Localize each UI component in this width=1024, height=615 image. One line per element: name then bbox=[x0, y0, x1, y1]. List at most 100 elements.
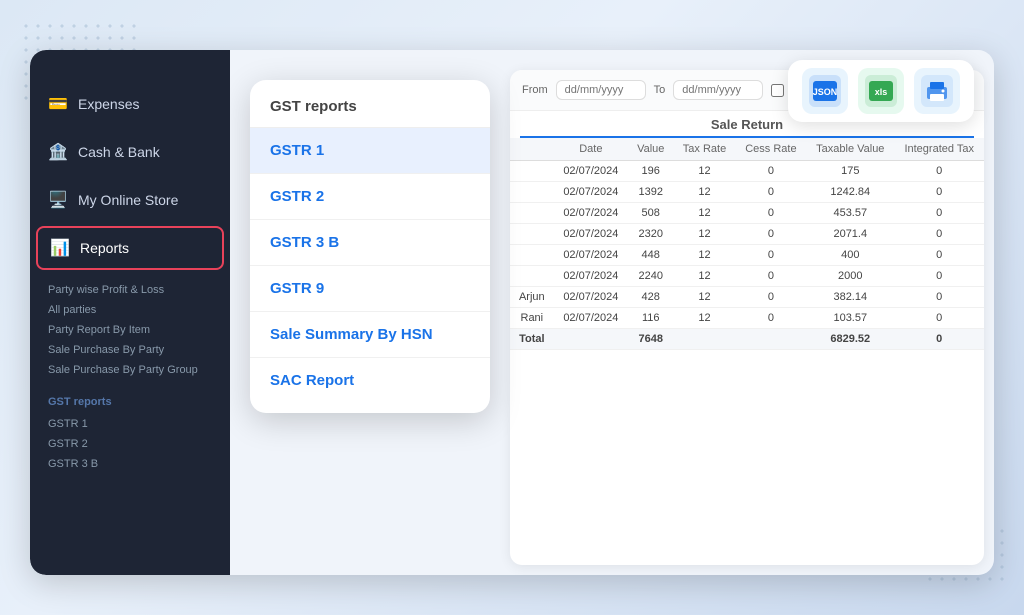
cell-tax-rate: 12 bbox=[673, 287, 735, 308]
sale-return-table: Date Value Tax Rate Cess Rate Taxable Va… bbox=[510, 138, 984, 350]
cell-tax-rate: 12 bbox=[673, 224, 735, 245]
cell-date: 02/07/2024 bbox=[554, 203, 628, 224]
col-header-integrated-tax: Integrated Tax bbox=[894, 138, 984, 161]
print-button[interactable] bbox=[914, 68, 960, 114]
col-header-date: Date bbox=[554, 138, 628, 161]
sidebar-item-label-store: My Online Store bbox=[78, 192, 178, 208]
from-date-input[interactable] bbox=[556, 80, 646, 100]
total-label: Total bbox=[510, 329, 554, 350]
cell-value: 196 bbox=[628, 161, 673, 182]
cell-value: 428 bbox=[628, 287, 673, 308]
sidebar-sub-party-report[interactable]: Party Report By Item bbox=[30, 320, 230, 340]
cell-integrated-tax: 0 bbox=[894, 161, 984, 182]
cell-integrated-tax: 0 bbox=[894, 308, 984, 329]
total-taxable-value: 6829.52 bbox=[806, 329, 894, 350]
cell-integrated-tax: 0 bbox=[894, 182, 984, 203]
gst-menu-gstr2[interactable]: GSTR 2 bbox=[250, 174, 490, 220]
table-row: 02/07/2024 2240 12 0 2000 0 bbox=[510, 266, 984, 287]
cell-date: 02/07/2024 bbox=[554, 308, 628, 329]
cell-cess-rate: 0 bbox=[736, 203, 807, 224]
table-row: 02/07/2024 2320 12 0 2071.4 0 bbox=[510, 224, 984, 245]
to-date-input[interactable] bbox=[673, 80, 763, 100]
cell-integrated-tax: 0 bbox=[894, 224, 984, 245]
col-header-value: Value bbox=[628, 138, 673, 161]
cell-taxable-value: 2000 bbox=[806, 266, 894, 287]
sidebar-item-my-online-store[interactable]: 🖥️ My Online Store bbox=[30, 176, 230, 224]
cell-name: Rani bbox=[510, 308, 554, 329]
sidebar-item-expenses[interactable]: 💳 Expenses bbox=[30, 80, 230, 128]
cell-cess-rate: 0 bbox=[736, 245, 807, 266]
col-header-name bbox=[510, 138, 554, 161]
gst-menu-sac-report[interactable]: SAC Report bbox=[250, 358, 490, 403]
cell-cess-rate: 0 bbox=[736, 308, 807, 329]
sidebar-sub-all-parties[interactable]: All parties bbox=[30, 300, 230, 320]
svg-text:JSON: JSON bbox=[813, 87, 838, 97]
cell-value: 1392 bbox=[628, 182, 673, 203]
cell-integrated-tax: 0 bbox=[894, 245, 984, 266]
table-row: Arjun 02/07/2024 428 12 0 382.14 0 bbox=[510, 287, 984, 308]
cell-taxable-value: 175 bbox=[806, 161, 894, 182]
table-row: 02/07/2024 448 12 0 400 0 bbox=[510, 245, 984, 266]
cell-tax-rate: 12 bbox=[673, 161, 735, 182]
sidebar: 💳 Expenses 🏦 Cash & Bank 🖥️ My Online St… bbox=[30, 50, 230, 575]
sidebar-sub-sale-purchase[interactable]: Sale Purchase By Party bbox=[30, 340, 230, 360]
table-area: From To Consider non-tax as exempted ▼ ✔… bbox=[510, 70, 984, 565]
col-header-taxable-value: Taxable Value bbox=[806, 138, 894, 161]
cell-date: 02/07/2024 bbox=[554, 182, 628, 203]
cell-cess-rate: 0 bbox=[736, 161, 807, 182]
cell-name bbox=[510, 224, 554, 245]
cell-taxable-value: 103.57 bbox=[806, 308, 894, 329]
gst-menu-gstr9[interactable]: GSTR 9 bbox=[250, 266, 490, 312]
cell-value: 2240 bbox=[628, 266, 673, 287]
sidebar-item-label-reports: Reports bbox=[80, 240, 129, 256]
sidebar-sub-gstr1[interactable]: GSTR 1 bbox=[30, 414, 230, 434]
sidebar-sub-gstr3b[interactable]: GSTR 3 B bbox=[30, 454, 230, 474]
sidebar-item-reports[interactable]: 📊 Reports bbox=[36, 226, 224, 270]
col-header-cess-rate: Cess Rate bbox=[736, 138, 807, 161]
sidebar-sub-sale-purchase-group[interactable]: Sale Purchase By Party Group bbox=[30, 360, 230, 380]
total-value: 7648 bbox=[628, 329, 673, 350]
sidebar-sub-party-profit[interactable]: Party wise Profit & Loss bbox=[30, 280, 230, 300]
reports-icon: 📊 bbox=[50, 238, 70, 258]
table-row: 02/07/2024 196 12 0 175 0 bbox=[510, 161, 984, 182]
cell-value: 448 bbox=[628, 245, 673, 266]
total-row: Total 7648 6829.52 0 bbox=[510, 329, 984, 350]
cell-cess-rate: 0 bbox=[736, 287, 807, 308]
cell-date: 02/07/2024 bbox=[554, 161, 628, 182]
main-container: 💳 Expenses 🏦 Cash & Bank 🖥️ My Online St… bbox=[30, 50, 994, 575]
sidebar-item-cash-bank[interactable]: 🏦 Cash & Bank bbox=[30, 128, 230, 176]
cell-date: 02/07/2024 bbox=[554, 224, 628, 245]
sidebar-gst-label: GST reports bbox=[30, 390, 230, 414]
gst-popup-title: GST reports bbox=[250, 98, 490, 128]
cash-bank-icon: 🏦 bbox=[48, 142, 68, 162]
cell-integrated-tax: 0 bbox=[894, 287, 984, 308]
print-icon bbox=[921, 75, 953, 107]
gst-menu-gstr3b[interactable]: GSTR 3 B bbox=[250, 220, 490, 266]
export-xls-button[interactable]: xls bbox=[858, 68, 904, 114]
cell-value: 508 bbox=[628, 203, 673, 224]
cell-name bbox=[510, 266, 554, 287]
sidebar-item-label-expenses: Expenses bbox=[78, 96, 139, 112]
export-icons-bar: JSON xls bbox=[788, 60, 974, 122]
export-json-button[interactable]: JSON bbox=[802, 68, 848, 114]
cell-integrated-tax: 0 bbox=[894, 203, 984, 224]
cell-cess-rate: 0 bbox=[736, 182, 807, 203]
cell-taxable-value: 2071.4 bbox=[806, 224, 894, 245]
cell-date: 02/07/2024 bbox=[554, 266, 628, 287]
exempt-checkbox[interactable] bbox=[771, 84, 784, 97]
from-label: From bbox=[522, 84, 548, 96]
gst-menu-sale-summary-hsn[interactable]: Sale Summary By HSN bbox=[250, 312, 490, 358]
xls-icon: xls bbox=[865, 75, 897, 107]
total-date bbox=[554, 329, 628, 350]
gst-menu-gstr1[interactable]: GSTR 1 bbox=[250, 128, 490, 174]
cell-tax-rate: 12 bbox=[673, 182, 735, 203]
cell-value: 116 bbox=[628, 308, 673, 329]
cell-date: 02/07/2024 bbox=[554, 287, 628, 308]
cell-tax-rate: 12 bbox=[673, 245, 735, 266]
store-icon: 🖥️ bbox=[48, 190, 68, 210]
cell-cess-rate: 0 bbox=[736, 266, 807, 287]
sidebar-sub-gstr2[interactable]: GSTR 2 bbox=[30, 434, 230, 454]
table-row: 02/07/2024 508 12 0 453.57 0 bbox=[510, 203, 984, 224]
table-scroll-area[interactable]: Date Value Tax Rate Cess Rate Taxable Va… bbox=[510, 138, 984, 565]
table-row: Rani 02/07/2024 116 12 0 103.57 0 bbox=[510, 308, 984, 329]
